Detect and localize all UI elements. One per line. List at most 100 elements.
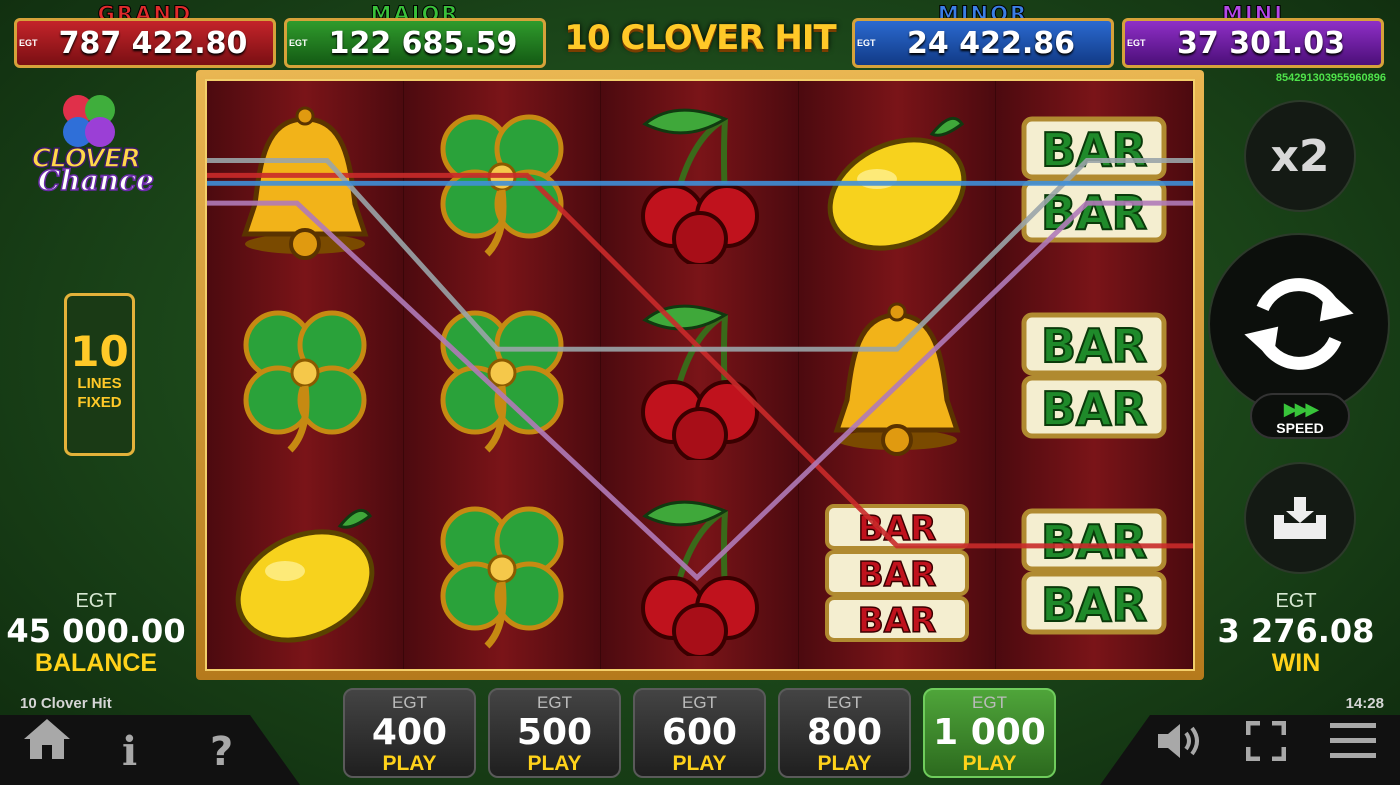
lemon-icon <box>827 116 967 251</box>
clover-icon <box>440 114 564 257</box>
jackpot-grand: GRAND EGT 787 422.80 <box>14 3 276 68</box>
home-button[interactable] <box>22 717 72 771</box>
bet-currency: EGT <box>682 693 717 712</box>
cherry-icon <box>640 108 759 264</box>
svg-text:BAR: BAR <box>1041 123 1147 177</box>
lines-label: LINES <box>77 375 122 392</box>
jackpot-mini-value: 37 301.03 <box>1177 25 1345 61</box>
bell-icon <box>833 302 961 456</box>
fast-forward-icon: ▶▶▶ <box>1283 399 1320 419</box>
help-button[interactable]: ? <box>210 729 233 775</box>
symbol-bell <box>207 81 403 277</box>
sound-button[interactable] <box>1156 721 1208 771</box>
svg-text:BAR: BAR <box>857 509 935 549</box>
bet-value: 1 000 <box>933 712 1046 753</box>
egt-label: EGT <box>1127 38 1146 48</box>
bar2-icon: BAR BAR <box>1021 508 1167 635</box>
autoplay-button[interactable] <box>1244 462 1356 574</box>
symbol-cherry <box>601 473 797 669</box>
symbol-cherry <box>601 81 797 277</box>
cherry-icon <box>640 500 759 656</box>
speed-button[interactable]: ▶▶▶ SPEED <box>1250 393 1350 439</box>
bet-button-1000[interactable]: EGT 1 000 PLAY <box>923 688 1056 778</box>
bet-currency: EGT <box>827 693 862 712</box>
info-button[interactable]: i <box>122 728 137 775</box>
balance-panel: EGT 45 000.00 BALANCE <box>6 590 186 677</box>
clover-icon <box>243 310 367 453</box>
svg-text:BAR: BAR <box>1041 578 1147 632</box>
symbol-lemon <box>799 81 995 277</box>
reels: BAR BAR BAR BAR BAR BAR BAR BAR BAR <box>205 79 1195 671</box>
bet-label: PLAY <box>817 752 872 775</box>
jackpot-grand-value: 787 422.80 <box>58 25 248 61</box>
symbol-clover <box>207 277 403 473</box>
balance-value: 45 000.00 <box>6 612 186 650</box>
bet-currency: EGT <box>537 693 572 712</box>
balance-currency: EGT <box>75 590 117 612</box>
svg-text:BAR: BAR <box>857 601 935 641</box>
bar2-icon: BAR BAR <box>1021 312 1167 439</box>
win-label: WIN <box>1271 649 1321 677</box>
bet-button-500[interactable]: EGT 500 PLAY <box>488 688 621 778</box>
bet-label: PLAY <box>527 752 582 775</box>
fullscreen-icon <box>1245 720 1287 762</box>
game-name: 10 Clover Hit <box>20 695 112 712</box>
svg-text:BAR: BAR <box>1041 186 1147 240</box>
win-value: 3 276.08 <box>1217 612 1375 650</box>
bar2-icon: BAR BAR <box>1021 116 1167 243</box>
symbol-bar2: BAR BAR <box>996 81 1192 277</box>
jackpot-major-value: 122 685.59 <box>328 25 518 61</box>
clover-chance-logo: CLOVER Chance <box>28 88 155 198</box>
refresh-icon <box>1244 278 1354 370</box>
reel-4: BAR BAR BAR <box>798 81 996 669</box>
multiplier-button[interactable]: x2 <box>1244 100 1356 212</box>
bet-currency: EGT <box>392 693 427 712</box>
game-seed: 854291303955960896 <box>1275 72 1386 84</box>
symbol-clover <box>404 473 600 669</box>
logo-line2: Chance <box>37 163 155 198</box>
bet-button-400[interactable]: EGT 400 PLAY <box>343 688 476 778</box>
download-tray-icon <box>1274 497 1326 539</box>
bet-label: PLAY <box>382 752 437 775</box>
reel-5: BAR BAR BAR BAR BAR BAR <box>995 81 1194 669</box>
jackpot-minor: MINOR EGT 24 422.86 <box>852 3 1114 68</box>
fullscreen-button[interactable] <box>1245 720 1287 771</box>
symbol-bar3: BAR BAR BAR <box>799 473 995 669</box>
bet-button-600[interactable]: EGT 600 PLAY <box>633 688 766 778</box>
symbol-lemon <box>207 473 403 669</box>
lines-count: 10 <box>70 327 129 376</box>
lemon-icon <box>235 508 375 643</box>
symbol-bar2: BAR BAR <box>996 473 1192 669</box>
cherry-icon <box>640 304 759 460</box>
win-panel: EGT 3 276.08 WIN <box>1206 590 1386 677</box>
jackpot-mini: MINI EGT 37 301.03 <box>1122 3 1384 68</box>
symbol-cherry <box>601 277 797 473</box>
clock: 14:28 <box>1345 695 1384 712</box>
spin-button[interactable] <box>1208 233 1390 415</box>
game-title: 10 CLOVER HIT <box>564 18 836 58</box>
svg-text:BAR: BAR <box>857 555 935 595</box>
bet-label: PLAY <box>962 752 1017 775</box>
jackpot-minor-value: 24 422.86 <box>907 25 1075 61</box>
svg-text:BAR: BAR <box>1041 382 1147 436</box>
bet-value: 600 <box>661 712 738 753</box>
reel-2 <box>404 81 602 669</box>
balance-label: BALANCE <box>34 649 158 677</box>
speed-label: SPEED <box>1276 420 1324 436</box>
bet-value: 800 <box>806 712 883 753</box>
reel-3 <box>601 81 799 669</box>
egt-label: EGT <box>289 38 308 48</box>
menu-button[interactable] <box>1330 721 1376 771</box>
home-icon <box>24 719 70 759</box>
clover-icon <box>440 310 564 453</box>
symbol-clover <box>404 277 600 473</box>
hamburger-icon <box>1330 723 1376 758</box>
bet-button-800[interactable]: EGT 800 PLAY <box>778 688 911 778</box>
symbol-bar2: BAR BAR <box>996 277 1192 473</box>
clover-icon <box>440 506 564 649</box>
reel-frame: BAR BAR BAR BAR BAR BAR BAR BAR BAR <box>196 70 1204 680</box>
bet-currency: EGT <box>972 693 1007 712</box>
reel-1 <box>207 81 405 669</box>
svg-text:BAR: BAR <box>1041 515 1147 569</box>
speaker-icon <box>1158 724 1199 758</box>
